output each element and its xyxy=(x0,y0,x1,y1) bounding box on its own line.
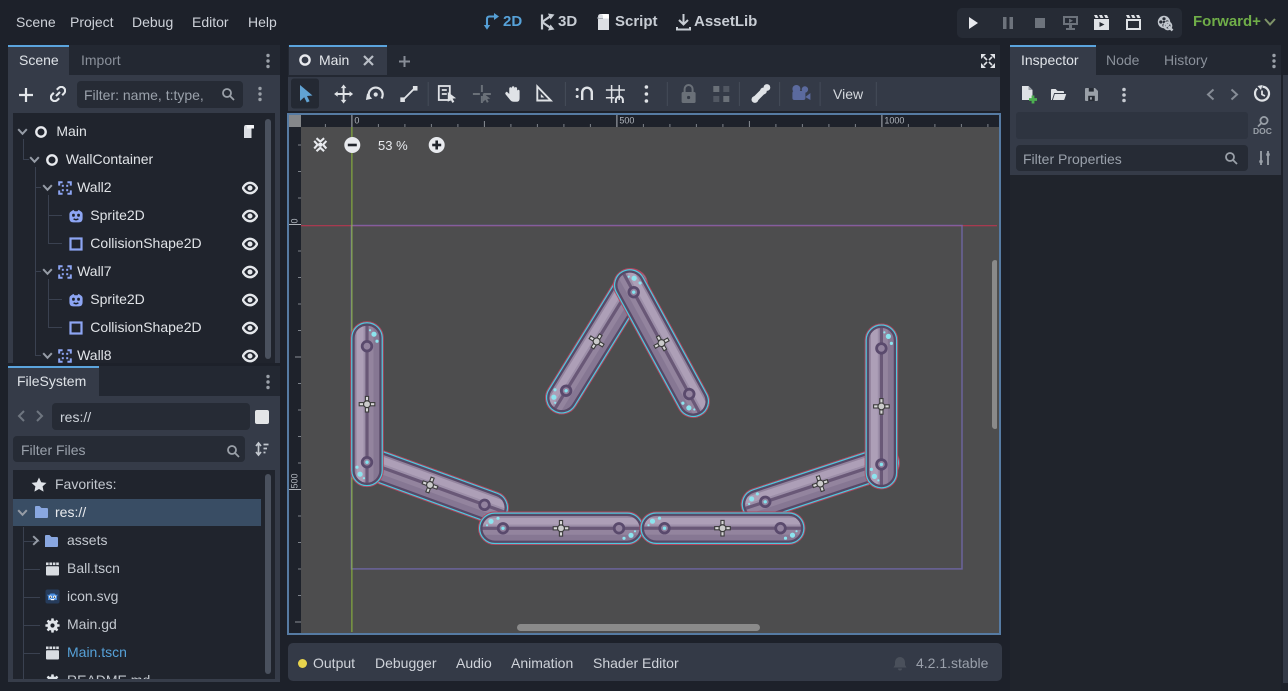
svg-text:500: 500 xyxy=(619,116,634,126)
svg-text:0: 0 xyxy=(290,218,300,223)
svg-text:1000: 1000 xyxy=(884,116,904,126)
svg-text:0: 0 xyxy=(354,116,359,126)
svg-text:DOC: DOC xyxy=(1253,126,1272,136)
svg-text:500: 500 xyxy=(290,473,300,488)
